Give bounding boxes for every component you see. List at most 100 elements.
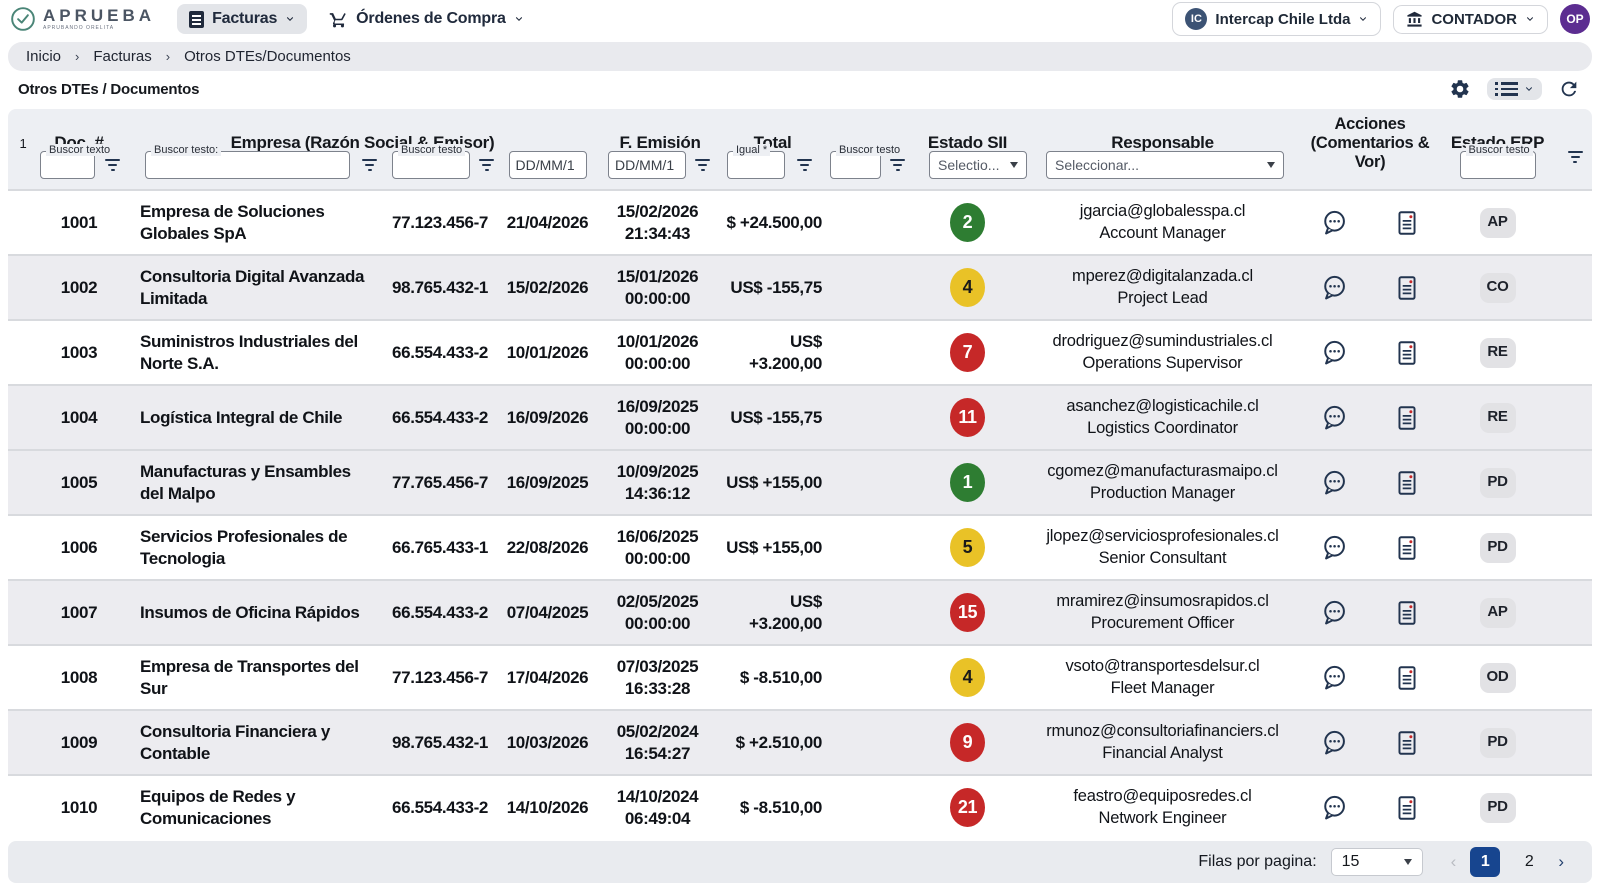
- comments-button[interactable]: [1320, 534, 1348, 562]
- company-selector[interactable]: IC Intercap Chile Ltda: [1172, 2, 1382, 36]
- responsable-email: drodriguez@sumindustriales.cl: [1052, 332, 1273, 351]
- filter-date-to-input[interactable]: DD/MM/1: [608, 151, 686, 179]
- comments-button[interactable]: [1320, 274, 1348, 302]
- role-selector[interactable]: CONTADOR: [1393, 4, 1548, 34]
- document-icon: [1398, 275, 1416, 300]
- nav-ordenes-compra[interactable]: Órdenes de Compra: [317, 4, 536, 35]
- document-button[interactable]: [1394, 794, 1420, 822]
- row-actions: [1295, 729, 1445, 757]
- table-row[interactable]: 1010 Equipos de Redes y Comunicaciones 6…: [8, 774, 1592, 839]
- row-actions: [1295, 599, 1445, 627]
- comments-button[interactable]: [1320, 339, 1348, 367]
- table-row[interactable]: 1007 Insumos de Oficina Rápidos 66.554.4…: [8, 579, 1592, 644]
- filter-extra-input[interactable]: Buscor testo: [830, 144, 904, 179]
- responsable: mperez@digitalanzada.cl Project Lead: [1030, 266, 1295, 309]
- settings-button[interactable]: [1447, 76, 1473, 102]
- chat-bubble-icon: [1324, 210, 1345, 234]
- document-button[interactable]: [1394, 209, 1420, 237]
- filter-icon[interactable]: [362, 158, 377, 172]
- cart-icon: [329, 12, 346, 27]
- estado-sii-badge[interactable]: 11: [950, 398, 985, 437]
- table-row[interactable]: 1001 Empresa de Soluciones Globales SpA …: [8, 189, 1592, 254]
- breadcrumb-facturas[interactable]: Facturas: [93, 48, 151, 65]
- estado-sii-badge[interactable]: 1: [950, 463, 985, 502]
- document-button[interactable]: [1394, 339, 1420, 367]
- document-button[interactable]: [1394, 469, 1420, 497]
- table-row[interactable]: 1002 Consultoria Digital Avanzada Limita…: [8, 254, 1592, 319]
- table-row[interactable]: 1008 Empresa de Transportes del Sur 77.1…: [8, 644, 1592, 709]
- estado-sii-badge[interactable]: 4: [950, 268, 985, 307]
- rows-per-page-label: Filas por pagina:: [1198, 853, 1317, 870]
- filter-total-input[interactable]: Igual *: [727, 144, 785, 179]
- table-row[interactable]: 1009 Consultoria Financiera y Contable 9…: [8, 709, 1592, 774]
- view-mode-selector[interactable]: [1487, 78, 1542, 100]
- fecha: 16/06/2025: [616, 527, 699, 547]
- header-acciones[interactable]: Acciones (Comentarios & Vor): [1295, 115, 1445, 172]
- nav-facturas[interactable]: Facturas: [177, 4, 308, 34]
- filter-icon[interactable]: [479, 158, 494, 172]
- filter-icon[interactable]: [1567, 151, 1583, 164]
- filter-doc-input[interactable]: Buscor texto: [40, 144, 114, 179]
- table-row[interactable]: 1005 Manufacturas y Ensambles del Malpo …: [8, 449, 1592, 514]
- nav-facturas-label: Facturas: [212, 10, 278, 27]
- document-button[interactable]: [1394, 404, 1420, 432]
- total-amount: US$ +3.200,00: [749, 332, 822, 373]
- comments-button[interactable]: [1320, 664, 1348, 692]
- select-placeholder: Seleccionar...: [1055, 157, 1140, 173]
- document-icon: [1398, 210, 1416, 235]
- filter-estado-sii-select[interactable]: Selectio...: [929, 151, 1027, 179]
- document-icon: [1398, 665, 1416, 690]
- estado-sii-badge[interactable]: 4: [950, 658, 985, 697]
- filter-date-from-input[interactable]: DD/MM/1: [508, 151, 587, 179]
- comments-button[interactable]: [1320, 469, 1348, 497]
- breadcrumb-inicio[interactable]: Inicio: [26, 48, 61, 65]
- filter-icon[interactable]: [695, 158, 710, 172]
- filter-emisor-input[interactable]: Buscor testo: [392, 144, 470, 179]
- refresh-button[interactable]: [1556, 76, 1582, 102]
- filter-empresa-input[interactable]: Buscor testo:: [145, 144, 350, 179]
- total-amount: US$ +3.200,00: [749, 592, 822, 633]
- row-actions: [1295, 469, 1445, 497]
- comments-button[interactable]: [1320, 729, 1348, 757]
- comments-button[interactable]: [1320, 794, 1348, 822]
- user-avatar[interactable]: OP: [1560, 4, 1590, 34]
- emisor-rut: 77.123.456-7: [392, 212, 488, 232]
- comments-button[interactable]: [1320, 599, 1348, 627]
- responsable: drodriguez@sumindustriales.cl Operations…: [1030, 331, 1295, 374]
- document-button[interactable]: [1394, 729, 1420, 757]
- filter-icon[interactable]: [797, 158, 812, 172]
- document-button[interactable]: [1394, 664, 1420, 692]
- filter-icon[interactable]: [890, 158, 905, 172]
- filter-icon[interactable]: [105, 158, 120, 172]
- table-row[interactable]: 1003 Suministros Industriales del Norte …: [8, 319, 1592, 384]
- table-row[interactable]: 1004 Logística Integral de Chile 66.554.…: [8, 384, 1592, 449]
- comments-button[interactable]: [1320, 209, 1348, 237]
- app-logo: APRUEBA APRUBANDO ORELITA: [10, 6, 155, 32]
- page-button-1[interactable]: 1: [1470, 847, 1501, 877]
- estado-erp-badge: PD: [1479, 792, 1516, 823]
- fecha: 10/01/2026: [616, 332, 699, 352]
- fecha-emision: 17/04/2026: [506, 667, 589, 687]
- row-actions: [1295, 339, 1445, 367]
- estado-sii-badge[interactable]: 5: [950, 528, 985, 567]
- document-button[interactable]: [1394, 599, 1420, 627]
- document-button[interactable]: [1394, 534, 1420, 562]
- next-page-button[interactable]: ›: [1558, 852, 1564, 872]
- filter-estado-erp-input[interactable]: Buscor testo: [1459, 144, 1536, 179]
- prev-page-button[interactable]: ‹: [1451, 852, 1457, 872]
- responsable: rmunoz@consultoriafinanciers.cl Financia…: [1030, 721, 1295, 764]
- table-row[interactable]: 1006 Servicios Profesionales de Tecnolog…: [8, 514, 1592, 579]
- breadcrumb-otros-dtes[interactable]: Otros DTEs/Documentos: [184, 48, 351, 65]
- estado-sii-badge[interactable]: 15: [950, 593, 985, 632]
- rows-per-page-select[interactable]: 15: [1330, 848, 1423, 876]
- total-amount: US$ +155,00: [726, 537, 822, 557]
- rows-per-page-value: 15: [1341, 853, 1360, 870]
- estado-sii-badge[interactable]: 7: [950, 333, 985, 372]
- estado-sii-badge[interactable]: 2: [950, 203, 985, 242]
- comments-button[interactable]: [1320, 404, 1348, 432]
- document-button[interactable]: [1394, 274, 1420, 302]
- estado-sii-badge[interactable]: 21: [950, 788, 985, 827]
- page-button-2[interactable]: 2: [1514, 847, 1544, 877]
- filter-responsable-select[interactable]: Seleccionar...: [1046, 151, 1284, 179]
- estado-sii-badge[interactable]: 9: [950, 723, 985, 762]
